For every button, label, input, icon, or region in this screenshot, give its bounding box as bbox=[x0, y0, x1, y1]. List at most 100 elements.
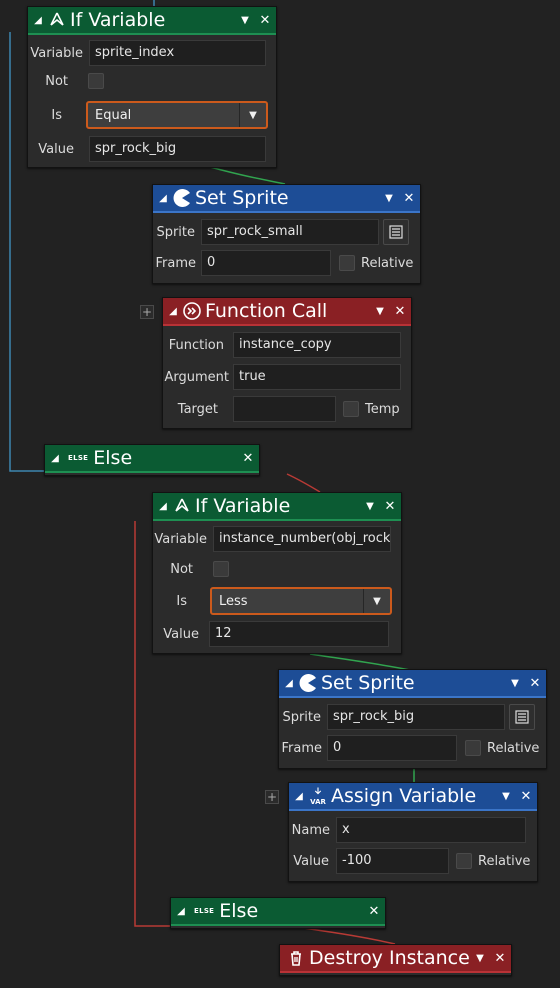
chevron-down-icon[interactable]: ▼ bbox=[363, 589, 390, 613]
var-icon: VAR bbox=[308, 786, 328, 806]
trash-icon bbox=[286, 948, 306, 968]
argument-field[interactable]: true bbox=[233, 364, 401, 390]
node-title: Set Sprite bbox=[321, 672, 415, 694]
is-select[interactable]: Less ▼ bbox=[210, 587, 392, 615]
is-select-value: Equal bbox=[95, 107, 132, 123]
close-icon[interactable]: ✕ bbox=[363, 904, 385, 919]
dropdown-icon[interactable]: ▼ bbox=[361, 501, 379, 512]
frame-label: Frame bbox=[155, 255, 196, 271]
var-icon-text: VAR bbox=[310, 797, 326, 806]
argument-label: Argument bbox=[164, 369, 230, 385]
is-label: Is bbox=[176, 593, 187, 609]
node-title: If Variable bbox=[195, 495, 291, 517]
sprite-field[interactable]: spr_rock_big bbox=[327, 704, 505, 730]
is-select-value: Less bbox=[219, 593, 248, 609]
name-field[interactable]: x bbox=[336, 817, 526, 843]
set-sprite-header[interactable]: ◢ Set Sprite ▼ ✕ bbox=[153, 185, 420, 213]
set-sprite-node-1[interactable]: ◢ Set Sprite ▼ ✕ Sprite spr_rock_small F… bbox=[152, 184, 421, 284]
collapse-icon[interactable]: ◢ bbox=[156, 193, 170, 204]
not-checkbox[interactable] bbox=[213, 561, 229, 577]
sprite-field[interactable]: spr_rock_small bbox=[201, 219, 379, 245]
variable-label: Variable bbox=[154, 531, 207, 547]
target-field[interactable] bbox=[233, 396, 336, 422]
destroy-instance-node[interactable]: Destroy Instance ▼ ✕ bbox=[279, 944, 512, 976]
function-call-header[interactable]: ◢ Function Call ▼ ✕ bbox=[163, 298, 411, 326]
if-variable-node-2[interactable]: ◢ If Variable ▼ ✕ Variable instance_numb… bbox=[152, 492, 402, 654]
set-sprite-node-2[interactable]: ◢ Set Sprite ▼ ✕ Sprite spr_rock_big Fra… bbox=[278, 669, 547, 769]
add-action-icon[interactable]: + bbox=[140, 305, 154, 319]
set-sprite-header[interactable]: ◢ Set Sprite ▼ ✕ bbox=[279, 670, 546, 698]
not-label: Not bbox=[170, 561, 193, 577]
collapse-icon[interactable]: ◢ bbox=[292, 791, 306, 802]
is-label: Is bbox=[51, 107, 62, 123]
collapse-icon[interactable]: ◢ bbox=[282, 678, 296, 689]
else-node-2[interactable]: ◢ ELSE Else ✕ bbox=[170, 897, 386, 929]
dropdown-icon[interactable]: ▼ bbox=[471, 953, 489, 964]
function-call-node[interactable]: ◢ Function Call ▼ ✕ Function instance_co… bbox=[162, 297, 412, 429]
collapse-icon[interactable]: ◢ bbox=[156, 501, 170, 512]
frame-field[interactable]: 0 bbox=[201, 250, 331, 276]
collapse-icon[interactable]: ◢ bbox=[174, 906, 188, 917]
sprite-icon bbox=[172, 188, 192, 208]
else-header[interactable]: ◢ ELSE Else ✕ bbox=[45, 445, 259, 473]
close-icon[interactable]: ✕ bbox=[379, 499, 401, 514]
close-icon[interactable]: ✕ bbox=[524, 676, 546, 691]
close-icon[interactable]: ✕ bbox=[237, 451, 259, 466]
function-field[interactable]: instance_copy bbox=[233, 332, 401, 358]
name-label: Name bbox=[291, 822, 330, 838]
node-title: Function Call bbox=[205, 300, 328, 322]
dropdown-icon[interactable]: ▼ bbox=[506, 678, 524, 689]
variable-field[interactable]: sprite_index bbox=[89, 40, 266, 66]
relative-label: Relative bbox=[361, 255, 414, 271]
node-title: Set Sprite bbox=[195, 187, 289, 209]
if-branch-icon bbox=[47, 10, 67, 30]
close-icon[interactable]: ✕ bbox=[515, 789, 537, 804]
value-label: Value bbox=[293, 853, 329, 869]
dropdown-icon[interactable]: ▼ bbox=[497, 791, 515, 802]
destroy-instance-header[interactable]: Destroy Instance ▼ ✕ bbox=[280, 945, 511, 973]
sprite-browse-icon[interactable] bbox=[509, 704, 535, 730]
not-label: Not bbox=[45, 73, 68, 89]
assign-variable-node[interactable]: ◢ VAR Assign Variable ▼ ✕ Name x Value -… bbox=[288, 782, 538, 882]
if-variable-node-1[interactable]: ◢ If Variable ▼ ✕ Variable sprite_index … bbox=[27, 6, 277, 168]
dropdown-icon[interactable]: ▼ bbox=[236, 15, 254, 26]
variable-field[interactable]: instance_number(obj_rock) bbox=[213, 526, 391, 552]
dropdown-icon[interactable]: ▼ bbox=[371, 306, 389, 317]
close-icon[interactable]: ✕ bbox=[398, 191, 420, 206]
node-title: Else bbox=[93, 447, 133, 469]
if-variable-header[interactable]: ◢ If Variable ▼ ✕ bbox=[28, 7, 276, 35]
sprite-label: Sprite bbox=[156, 224, 195, 240]
if-branch-icon bbox=[172, 496, 192, 516]
not-checkbox[interactable] bbox=[88, 73, 104, 89]
frame-label: Frame bbox=[281, 740, 322, 756]
node-title: Destroy Instance bbox=[309, 947, 470, 969]
collapse-icon[interactable]: ◢ bbox=[166, 306, 180, 317]
is-select[interactable]: Equal ▼ bbox=[86, 101, 268, 129]
collapse-icon[interactable]: ◢ bbox=[31, 15, 45, 26]
sprite-browse-icon[interactable] bbox=[383, 219, 409, 245]
assign-variable-header[interactable]: ◢ VAR Assign Variable ▼ ✕ bbox=[289, 783, 537, 811]
value-field[interactable]: spr_rock_big bbox=[89, 136, 266, 162]
frame-field[interactable]: 0 bbox=[327, 735, 457, 761]
dropdown-icon[interactable]: ▼ bbox=[380, 193, 398, 204]
close-icon[interactable]: ✕ bbox=[254, 13, 276, 28]
temp-checkbox[interactable] bbox=[343, 401, 359, 417]
if-variable-header[interactable]: ◢ If Variable ▼ ✕ bbox=[153, 493, 401, 521]
relative-checkbox[interactable] bbox=[339, 255, 355, 271]
value-label: Value bbox=[163, 626, 199, 642]
add-action-icon[interactable]: + bbox=[265, 790, 279, 804]
relative-checkbox[interactable] bbox=[465, 740, 481, 756]
close-icon[interactable]: ✕ bbox=[489, 951, 511, 966]
value-field[interactable]: 12 bbox=[209, 621, 389, 647]
relative-checkbox[interactable] bbox=[456, 853, 472, 869]
variable-label: Variable bbox=[30, 45, 83, 61]
else-node-1[interactable]: ◢ ELSE Else ✕ bbox=[44, 444, 260, 476]
collapse-icon[interactable]: ◢ bbox=[48, 453, 62, 464]
value-label: Value bbox=[38, 141, 74, 157]
relative-label: Relative bbox=[487, 740, 540, 756]
value-field[interactable]: -100 bbox=[336, 848, 449, 874]
close-icon[interactable]: ✕ bbox=[389, 304, 411, 319]
chevron-down-icon[interactable]: ▼ bbox=[239, 103, 266, 127]
function-label: Function bbox=[168, 337, 224, 353]
else-header[interactable]: ◢ ELSE Else ✕ bbox=[171, 898, 385, 926]
